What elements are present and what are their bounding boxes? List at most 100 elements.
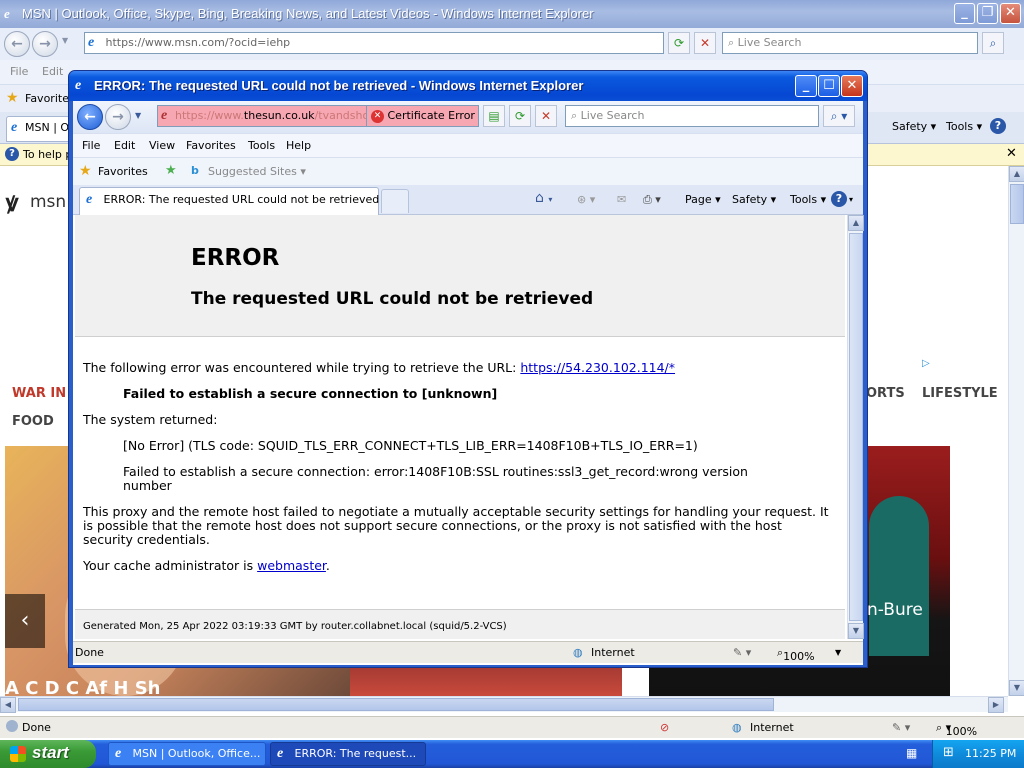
maximize-button[interactable]: ❐ xyxy=(977,3,998,24)
news-caption-right: n-Bure xyxy=(867,600,923,620)
msn-address-input[interactable]: e https://www.msn.com/?ocid=iehp xyxy=(84,32,664,54)
msn-vertical-scrollbar[interactable]: ▲ ▼ xyxy=(1008,166,1024,696)
close-button[interactable]: ✕ xyxy=(1000,3,1021,24)
new-tab-button[interactable] xyxy=(381,189,409,213)
minimize-button[interactable]: _ xyxy=(795,75,817,97)
start-button[interactable]: start xyxy=(0,740,96,768)
refresh-button[interactable]: ⟳ xyxy=(668,32,690,54)
stop-button[interactable]: ✕ xyxy=(535,105,557,127)
msn-logo[interactable]: msn xyxy=(30,192,66,212)
msn-tab[interactable]: e MSN | O xyxy=(6,116,70,142)
msn-tools-menu[interactable]: Tools ▾ xyxy=(946,120,982,133)
menu-file[interactable]: File xyxy=(10,65,28,78)
zoom-dropdown[interactable]: ▼ xyxy=(835,648,841,657)
certificate-error-button[interactable]: ✕ Certificate Error xyxy=(367,105,479,127)
help-dropdown[interactable]: ▾ xyxy=(849,195,853,204)
scroll-down-button[interactable]: ▼ xyxy=(848,623,864,639)
nav-food[interactable]: FOOD xyxy=(12,414,54,429)
nav-lifestyle[interactable]: LIFESTYLE xyxy=(922,386,998,401)
error-subheading: The requested URL could not be retrieved xyxy=(191,289,594,309)
scroll-down-button[interactable]: ▼ xyxy=(1009,680,1024,696)
taskbar-item-msn[interactable]: e MSN | Outlook, Office... xyxy=(108,742,266,766)
hscroll-thumb[interactable] xyxy=(18,698,774,711)
popup-blocked-icon[interactable]: ⊘ xyxy=(660,721,669,734)
menu-favorites[interactable]: Favorites xyxy=(186,139,236,152)
add-to-favorites-bar-icon[interactable]: ★ xyxy=(165,163,177,178)
menu-tools[interactable]: Tools xyxy=(248,139,275,152)
suggested-sites-button[interactable]: Suggested Sites ▾ xyxy=(208,165,306,178)
keyboard-icon[interactable]: ▦ xyxy=(906,746,917,760)
webmaster-link[interactable]: webmaster xyxy=(257,558,326,573)
close-button[interactable]: ✕ xyxy=(841,75,863,97)
recent-pages-dropdown[interactable]: ▼ xyxy=(62,36,68,45)
taskbar-item-error[interactable]: e ERROR: The request... xyxy=(270,742,426,766)
favorites-button[interactable]: Favorites xyxy=(98,165,148,178)
error-tab-label: ERROR: The requested URL could not be re… xyxy=(103,193,380,206)
forward-button[interactable]: → xyxy=(32,31,58,57)
zoom-control[interactable]: ⌕ 100% ▾ xyxy=(936,721,977,738)
carousel-prev-icon[interactable]: ‹ xyxy=(5,594,45,648)
menu-help[interactable]: Help xyxy=(286,139,311,152)
scroll-thumb[interactable] xyxy=(1010,184,1024,224)
back-button[interactable]: ← xyxy=(77,104,103,130)
scroll-right-button[interactable]: ▶ xyxy=(988,697,1004,713)
error-search-input[interactable]: ⌕ Live Search xyxy=(565,105,819,127)
nav-sports[interactable]: ORTS xyxy=(866,386,905,401)
protected-mode-icon[interactable]: ✎ ▾ xyxy=(733,646,751,659)
refresh-button[interactable]: ⟳ xyxy=(509,105,531,127)
scroll-thumb[interactable] xyxy=(849,233,863,621)
scroll-left-button[interactable]: ◀ xyxy=(0,697,16,713)
menu-edit[interactable]: Edit xyxy=(114,139,135,152)
status-internet-zone: Internet xyxy=(750,721,794,734)
page-menu[interactable]: Page ▾ xyxy=(685,193,721,206)
proxy-message-line-3: security credentials. xyxy=(83,532,210,547)
certificate-error-label: Certificate Error xyxy=(387,109,475,122)
zoom-control[interactable]: ⌕ 100% xyxy=(777,646,815,663)
search-button[interactable]: ⌕ ▾ xyxy=(823,105,855,127)
feeds-icon[interactable]: ⊛ ▾ xyxy=(577,193,595,206)
ad-choices-icon[interactable]: ▷ xyxy=(922,358,930,369)
clock[interactable]: 11:25 PM xyxy=(965,747,1016,760)
scroll-up-button[interactable]: ▲ xyxy=(1009,166,1024,182)
status-page-icon xyxy=(6,720,18,732)
proxy-message-line-1: This proxy and the remote host failed to… xyxy=(83,504,829,519)
msn-safety-menu[interactable]: Safety ▾ xyxy=(892,120,936,133)
certificate-error-icon: ✕ xyxy=(371,109,384,123)
scroll-up-button[interactable]: ▲ xyxy=(848,215,864,231)
home-icon[interactable]: ⌂ ▾ xyxy=(535,190,552,206)
back-button[interactable]: ← xyxy=(4,31,30,57)
requested-url-link[interactable]: https://54.230.102.114/* xyxy=(520,360,675,375)
search-button[interactable]: ⌕ xyxy=(982,32,1004,54)
error-tab[interactable]: e ERROR: The requested URL could not be … xyxy=(79,187,379,215)
menu-file[interactable]: File xyxy=(82,139,100,152)
error-window-titlebar[interactable]: e ERROR: The requested URL could not be … xyxy=(69,71,867,101)
msn-window-titlebar[interactable]: e MSN | Outlook, Office, Skype, Bing, Br… xyxy=(0,0,1024,28)
infobar-close-icon[interactable]: ✕ xyxy=(1006,146,1017,161)
menu-view[interactable]: View xyxy=(149,139,175,152)
stop-button[interactable]: ✕ xyxy=(694,32,716,54)
recent-pages-dropdown[interactable]: ▼ xyxy=(135,111,141,120)
network-icon[interactable]: ⊞ xyxy=(943,745,954,760)
print-icon[interactable]: ⎙ ▾ xyxy=(643,193,661,207)
msn-butterfly-logo: ꝟ xyxy=(6,191,19,217)
error-vertical-scrollbar[interactable]: ▲ ▼ xyxy=(847,215,864,639)
help-icon[interactable]: ? xyxy=(831,191,847,207)
maximize-button[interactable]: ☐ xyxy=(818,75,840,97)
safety-menu[interactable]: Safety ▾ xyxy=(732,193,776,206)
msn-horizontal-scrollbar[interactable]: ◀ ▶ xyxy=(0,696,1008,713)
tools-label: Tools xyxy=(946,120,974,133)
tools-menu[interactable]: Tools ▾ xyxy=(790,193,826,206)
read-mail-icon[interactable]: ✉ xyxy=(617,193,626,206)
protected-mode-icon[interactable]: ✎ ▾ xyxy=(892,721,910,734)
url-host: thesun.co.uk xyxy=(243,109,315,122)
forward-button[interactable]: → xyxy=(105,104,131,130)
compatibility-view-button[interactable]: ▤ xyxy=(483,105,505,127)
minimize-button[interactable]: _ xyxy=(954,3,975,24)
help-icon[interactable]: ? xyxy=(990,118,1006,134)
msn-window-title: MSN | Outlook, Office, Skype, Bing, Brea… xyxy=(22,6,594,21)
error-address-input[interactable]: e https://www.thesun.co.uk/tvandshowbiz/1… xyxy=(157,105,367,127)
taskbar-item-error-label: ERROR: The request... xyxy=(294,747,417,760)
msn-search-input[interactable]: ⌕ Live Search xyxy=(722,32,978,54)
ie-tab-icon: e xyxy=(11,120,18,135)
menu-edit[interactable]: Edit xyxy=(42,65,63,78)
